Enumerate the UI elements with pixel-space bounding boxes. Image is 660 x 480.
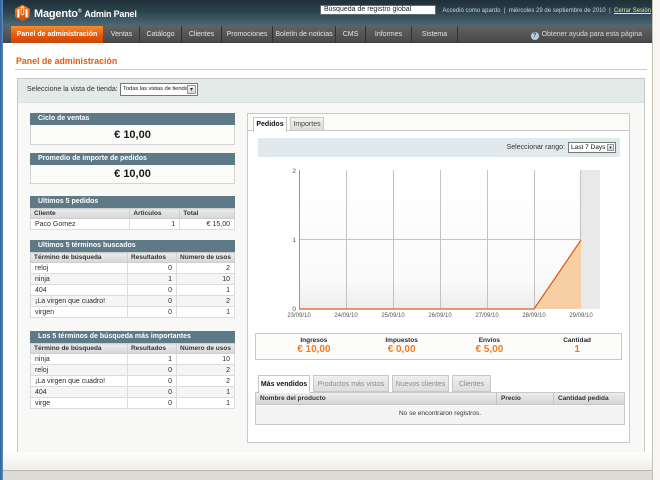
svg-text:23/09/10: 23/09/10 bbox=[287, 313, 311, 319]
svg-text:25/09/10: 25/09/10 bbox=[381, 313, 405, 319]
svg-text:24/09/10: 24/09/10 bbox=[334, 313, 358, 319]
svg-text:2: 2 bbox=[292, 168, 296, 175]
svg-text:27/09/10: 27/09/10 bbox=[475, 313, 499, 319]
svg-text:26/09/10: 26/09/10 bbox=[428, 313, 452, 319]
svg-text:28/09/10: 28/09/10 bbox=[522, 313, 546, 319]
svg-text:1: 1 bbox=[292, 237, 296, 244]
svg-text:0: 0 bbox=[292, 306, 296, 313]
svg-text:29/09/10: 29/09/10 bbox=[569, 313, 593, 319]
